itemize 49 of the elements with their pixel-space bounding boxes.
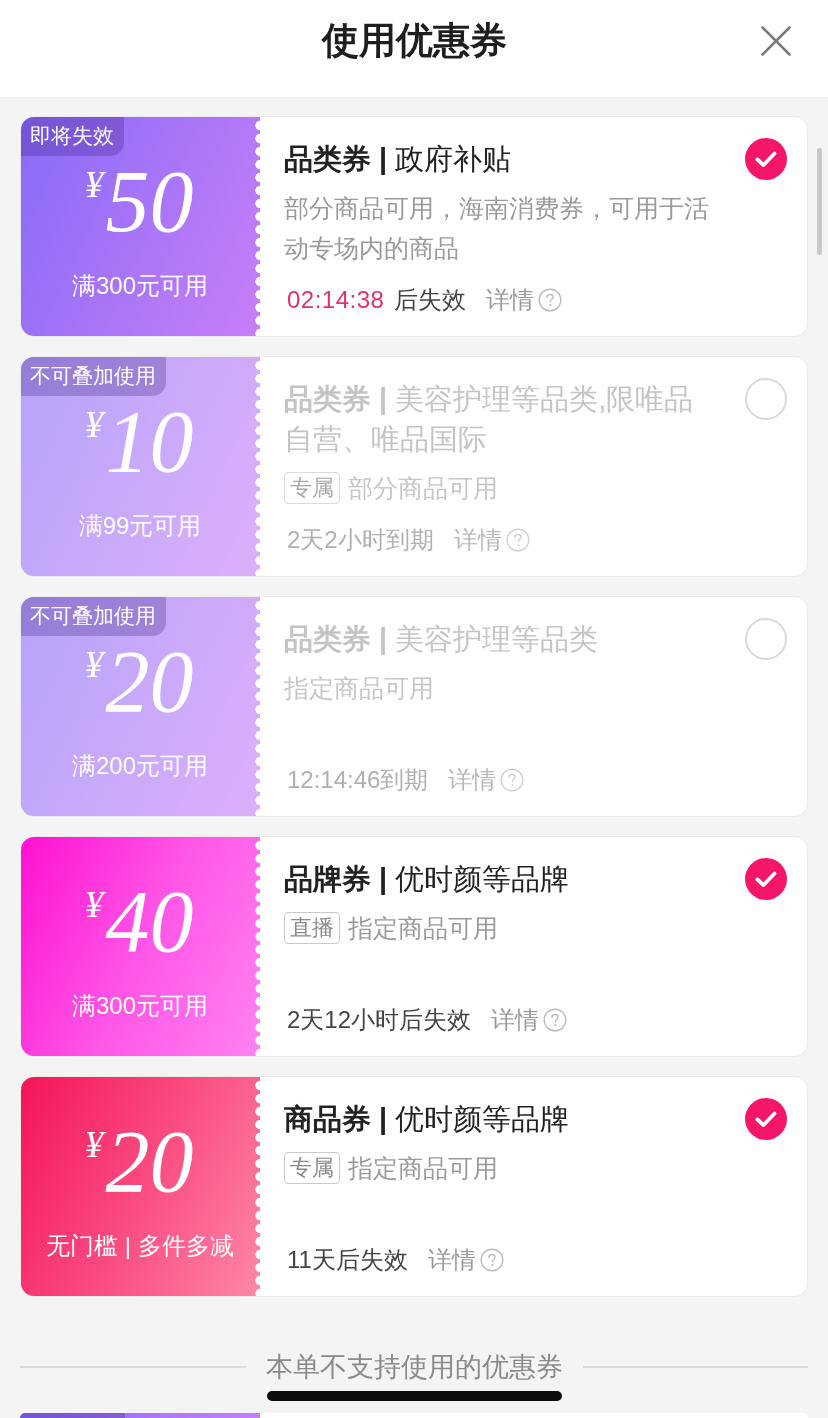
coupon-title: 品类券 | 政府补贴 (284, 142, 513, 177)
coupon-description: 部分商品可用，海南消费券，可用于活动专场内的商品 (284, 193, 710, 264)
expiry-text: 2天12小时后失效 (287, 1005, 472, 1035)
usage-condition: 满300元可用 (71, 991, 208, 1021)
coupon-amount: ¥10 (84, 398, 195, 486)
status-badge: 即将失效 (21, 117, 124, 156)
checkbox[interactable] (745, 138, 787, 180)
section-heading: 本单不支持使用的优惠券 (265, 1352, 563, 1382)
countdown-timer: 02:14:38 (287, 285, 385, 315)
usage-condition: 满300元可用 (71, 271, 208, 301)
coupon-amount: ¥50 (84, 158, 195, 246)
question-circle-icon (538, 288, 563, 312)
status-badge: 不可叠加使用 (21, 357, 166, 396)
coupon-title: 品类券 | 美容护理等品类,限唯品自营、唯品国际 (284, 382, 695, 457)
tag-label: 专属 (284, 472, 340, 504)
coupon-description: 指定商品可用 (348, 1153, 498, 1184)
close-icon[interactable] (761, 26, 791, 56)
coupon-amount: ¥40 (84, 878, 195, 966)
status-badge: 不可叠加使用 (21, 597, 166, 636)
details-link[interactable]: 详情 (427, 1245, 504, 1275)
usage-condition: 满99元可用 (78, 511, 202, 541)
expiry-text: 12:14:46到期 (287, 765, 429, 795)
coupon-card[interactable]: ¥40 满300元可用 品牌券 | 优时颜等品牌 直播 指定商品可用 2天12小时后失效 详情 (20, 836, 808, 1057)
details-link[interactable]: 详情 (491, 1005, 568, 1035)
expiry-text: 2天2小时到期 (287, 525, 434, 555)
usage-condition: 满200元可用 (71, 751, 208, 781)
coupon-amount: ¥20 (84, 638, 195, 726)
question-circle-icon (543, 1008, 568, 1032)
coupon-description: 指定商品可用 (284, 673, 434, 704)
coupon-amount: ¥20 (84, 1118, 195, 1206)
expiry-text: 后失效 (394, 285, 467, 315)
question-circle-icon (500, 768, 525, 792)
usage-condition: 无门槛 | 多件多减 (46, 1231, 234, 1261)
tag-label: 直播 (284, 912, 340, 944)
coupon-card[interactable]: ¥20 无门槛 | 多件多减 商品券 | 优时颜等品牌 专属 指定商品可用 11天后失效 详情 (20, 1076, 808, 1297)
coupon-title: 品牌券 | 优时颜等品牌 (284, 862, 571, 897)
coupon-card[interactable]: 即将失效 ¥50 满300元可用 品类券 | 政府补贴 部分商品可用，海南消费券，可用于活动专场内的商品 02:14:38 后失效 详情 (20, 116, 808, 337)
coupon-description: 指定商品可用 (348, 913, 498, 944)
question-circle-icon (479, 1248, 504, 1272)
sheet-title: 使用优惠券 (321, 19, 507, 63)
details-link[interactable]: 详情 (486, 285, 563, 315)
expiry-text: 11天后失效 (287, 1245, 408, 1275)
checkbox[interactable] (745, 858, 787, 900)
coupon-description: 部分商品可用 (348, 473, 498, 504)
coupon-title: 商品券 | 优时颜等品牌 (284, 1102, 571, 1137)
checkbox[interactable] (745, 1098, 787, 1140)
tag-label: 专属 (284, 1152, 340, 1184)
question-circle-icon (505, 528, 530, 552)
coupon-title: 品类券 | 美容护理等品类 (284, 622, 600, 657)
